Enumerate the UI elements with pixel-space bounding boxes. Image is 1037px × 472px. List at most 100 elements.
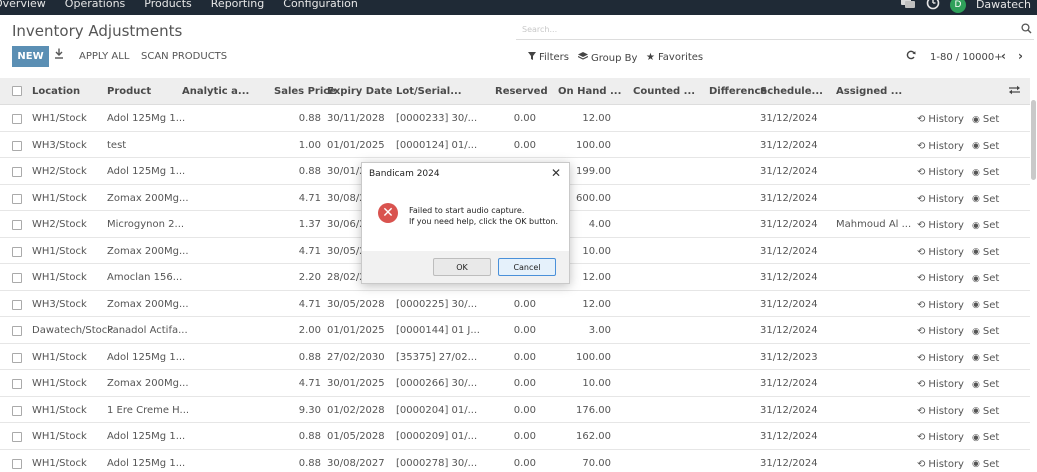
history-button[interactable]: ⟲ History — [917, 114, 964, 125]
table-row[interactable]: WH1/Stock Adol 125Mg 1... 0.88 30/11/2028 [0… — [0, 105, 1030, 132]
clock-icon[interactable] — [926, 0, 940, 13]
row-checkbox[interactable] — [12, 220, 22, 230]
table-row[interactable]: WH1/Stock Adol 125Mg 1... 0.88 30/08/2027 [0… — [0, 450, 1030, 472]
history-button[interactable]: ⟲ History — [917, 247, 964, 258]
set-button[interactable]: ◉ Set — [972, 167, 999, 178]
table-row[interactable]: WH3/Stock test 1.00 01/01/2025 [0000124] 01/… — [0, 132, 1030, 158]
chat-icon[interactable] — [900, 0, 916, 12]
refresh-icon[interactable] — [906, 50, 916, 63]
set-button[interactable]: ◉ Set — [972, 220, 999, 231]
row-checkbox[interactable] — [12, 379, 22, 389]
set-button[interactable]: ◉ Set — [972, 353, 999, 364]
history-button[interactable]: ⟲ History — [917, 300, 964, 311]
history-button[interactable]: ⟲ History — [917, 459, 964, 470]
row-checkbox[interactable] — [12, 246, 22, 257]
pager-next-icon[interactable]: › — [1018, 49, 1023, 63]
apply-all-button[interactable]: APPLY ALL — [79, 51, 129, 62]
filters-dropdown[interactable]: Filters — [528, 52, 569, 63]
favorites-dropdown[interactable]: ★ Favorites — [646, 52, 703, 63]
history-button[interactable]: ⟲ History — [917, 379, 964, 390]
history-button[interactable]: ⟲ History — [917, 220, 964, 231]
menu-item-products[interactable]: Products — [144, 0, 192, 10]
table-row[interactable]: WH1/Stock Zomax 200Mg... 4.71 30/01/2025 [00… — [0, 370, 1030, 397]
search-bar[interactable]: Search... — [516, 22, 1034, 40]
table-row[interactable]: WH1/Stock Adol 125Mg 1... 0.88 27/02/2030 [3… — [0, 344, 1030, 370]
table-row[interactable]: WH3/Stock Zomax 200Mg... 4.71 30/05/2028 [00… — [0, 291, 1030, 317]
row-checkbox[interactable] — [12, 432, 22, 442]
row-checkbox[interactable] — [12, 140, 22, 151]
user-avatar[interactable]: D — [949, 0, 966, 13]
menu-item-configuration[interactable]: Configuration — [283, 0, 358, 10]
row-lot-serial: [0000266] 30/... — [396, 378, 478, 389]
set-button[interactable]: ◉ Set — [972, 379, 999, 390]
col-expiry-date[interactable]: Expiry Date — [327, 86, 392, 97]
row-checkbox[interactable] — [12, 326, 22, 336]
row-checkbox[interactable] — [12, 458, 22, 469]
menu-item-reporting[interactable]: Reporting — [211, 0, 264, 10]
set-button[interactable]: ◉ Set — [972, 247, 999, 258]
history-icon: ⟲ — [917, 114, 926, 125]
set-button[interactable]: ◉ Set — [972, 194, 999, 205]
set-button[interactable]: ◉ Set — [972, 141, 999, 152]
table-row[interactable]: WH1/Stock 1 Ere Creme H... 9.30 01/02/2028 [… — [0, 397, 1030, 423]
history-label: History — [928, 326, 964, 337]
row-checkbox[interactable] — [12, 352, 22, 363]
col-on-hand[interactable]: On Hand ... — [558, 86, 621, 97]
menu-item-operations[interactable]: Operations — [65, 0, 125, 10]
col-scheduled[interactable]: Schedule... — [760, 86, 823, 97]
col-product[interactable]: Product — [107, 86, 151, 97]
history-button[interactable]: ⟲ History — [917, 167, 964, 178]
history-button[interactable]: ⟲ History — [917, 353, 964, 364]
row-checkbox[interactable] — [12, 114, 22, 124]
menu-item-overview[interactable]: Overview — [0, 0, 46, 10]
set-button[interactable]: ◉ Set — [972, 273, 999, 284]
row-checkbox[interactable] — [12, 193, 22, 204]
set-button[interactable]: ◉ Set — [972, 326, 999, 337]
pager-value[interactable]: 1-80 / 10000+ — [930, 52, 1003, 63]
new-button[interactable]: NEW — [12, 46, 49, 67]
row-scheduled-date: 31/12/2024 — [760, 404, 818, 416]
history-button[interactable]: ⟲ History — [917, 326, 964, 337]
history-button[interactable]: ⟲ History — [917, 141, 964, 152]
set-button[interactable]: ◉ Set — [972, 432, 999, 443]
row-on-hand: 12.00 — [582, 113, 611, 124]
col-analytic[interactable]: Analytic a... — [182, 86, 249, 97]
close-icon[interactable]: ✕ — [551, 166, 561, 180]
col-reserved[interactable]: Reserved — [495, 86, 548, 97]
search-icon[interactable] — [1021, 23, 1032, 37]
scan-products-button[interactable]: SCAN PRODUCTS — [141, 51, 227, 62]
set-button[interactable]: ◉ Set — [972, 300, 999, 311]
download-icon[interactable] — [54, 48, 64, 62]
scrollbar[interactable] — [1031, 100, 1036, 180]
col-lot-serial[interactable]: Lot/Serial... — [396, 86, 462, 97]
company-name[interactable]: Dawatech — [976, 0, 1031, 11]
cancel-button[interactable]: Cancel — [498, 258, 556, 276]
table-row[interactable]: WH1/Stock Adol 125Mg 1... 0.88 01/05/2028 [0… — [0, 423, 1030, 450]
group-by-dropdown[interactable]: Group By — [577, 52, 637, 64]
set-button[interactable]: ◉ Set — [972, 406, 999, 417]
col-assigned[interactable]: Assigned ... — [836, 86, 902, 97]
select-all-checkbox[interactable] — [12, 86, 22, 96]
row-checkbox[interactable] — [12, 167, 22, 177]
target-icon: ◉ — [972, 247, 980, 257]
pager-previous-icon[interactable]: ‹ — [1001, 49, 1006, 63]
set-label: Set — [982, 167, 1000, 178]
set-label: Set — [982, 326, 1000, 337]
row-product: Adol 125Mg 1... — [107, 351, 186, 363]
history-button[interactable]: ⟲ History — [917, 194, 964, 205]
ok-button[interactable]: OK — [433, 258, 491, 276]
row-checkbox[interactable] — [12, 405, 22, 416]
history-button[interactable]: ⟲ History — [917, 432, 964, 443]
history-button[interactable]: ⟲ History — [917, 406, 964, 417]
row-checkbox[interactable] — [12, 299, 22, 310]
col-counted[interactable]: Counted ... — [633, 86, 695, 97]
set-button[interactable]: ◉ Set — [972, 459, 999, 470]
table-row[interactable]: Dawatech/Stock Panadol Actifa... 2.00 01/01… — [0, 317, 1030, 344]
col-location[interactable]: Location — [32, 86, 80, 97]
optional-columns-icon[interactable] — [1009, 85, 1020, 98]
col-difference[interactable]: Difference — [709, 86, 767, 97]
set-button[interactable]: ◉ Set — [972, 114, 999, 125]
row-checkbox[interactable] — [12, 273, 22, 283]
row-on-hand: 10.00 — [582, 378, 611, 389]
history-button[interactable]: ⟲ History — [917, 273, 964, 284]
